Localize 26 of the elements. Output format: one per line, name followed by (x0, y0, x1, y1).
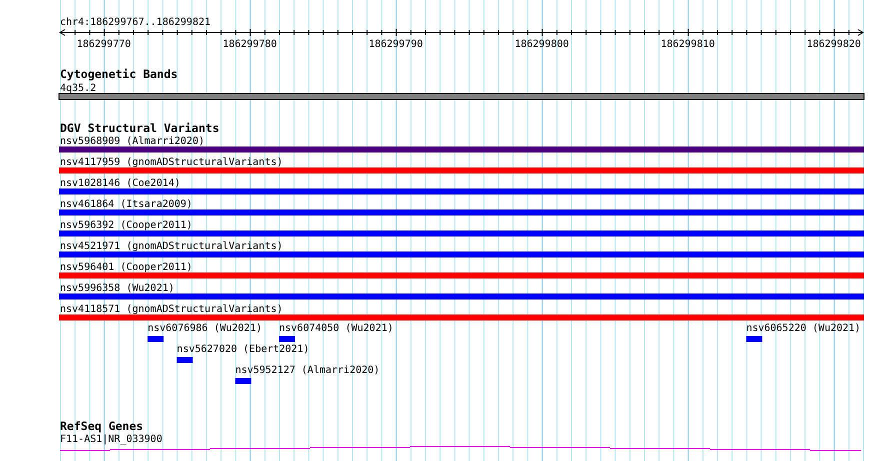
track-title: Cytogenetic Bands (60, 67, 178, 81)
variant-label: nsv5968909 (Almarri2020) (60, 136, 204, 147)
variant-label: nsv596401 (Cooper2011) (60, 262, 192, 273)
variant-label: nsv4521971 (gnomADStructuralVariants) (60, 241, 283, 252)
variant-label: nsv4118571 (gnomADStructuralVariants) (60, 304, 283, 315)
gene-label: F11-AS1|NR_033900 (60, 434, 162, 445)
track-title: RefSeq Genes (60, 419, 144, 433)
variant-label: nsv1028146 (Coe2014) (60, 178, 180, 189)
region-label: chr4:186299767..186299821 (60, 17, 211, 28)
track-title: DGV Structural Variants (60, 121, 220, 135)
variant-label: nsv6076986 (Wu2021) (148, 323, 262, 334)
variant-label: nsv4117959 (gnomADStructuralVariants) (60, 157, 283, 168)
variant-label: nsv6065220 (Wu2021) (746, 323, 861, 334)
tick-label: 186299770 (76, 39, 131, 50)
variant-label: nsv6074050 (Wu2021) (279, 323, 394, 334)
variant-label: nsv5996358 (Wu2021) (60, 283, 174, 294)
variant-label: nsv596392 (Cooper2011) (60, 220, 192, 231)
variant-label: nsv5952127 (Almarri2020) (235, 365, 380, 376)
variant-label: nsv461864 (Itsara2009) (60, 199, 192, 210)
tick-label: 186299820 (806, 39, 861, 50)
band-label: 4q35.2 (60, 83, 96, 94)
tick-label: 186299810 (660, 39, 715, 50)
tick-label: 186299790 (368, 39, 423, 50)
variant-label: nsv5627020 (Ebert2021) (176, 344, 310, 355)
tick-label: 186299780 (222, 39, 277, 50)
tick-label: 186299800 (514, 39, 569, 50)
